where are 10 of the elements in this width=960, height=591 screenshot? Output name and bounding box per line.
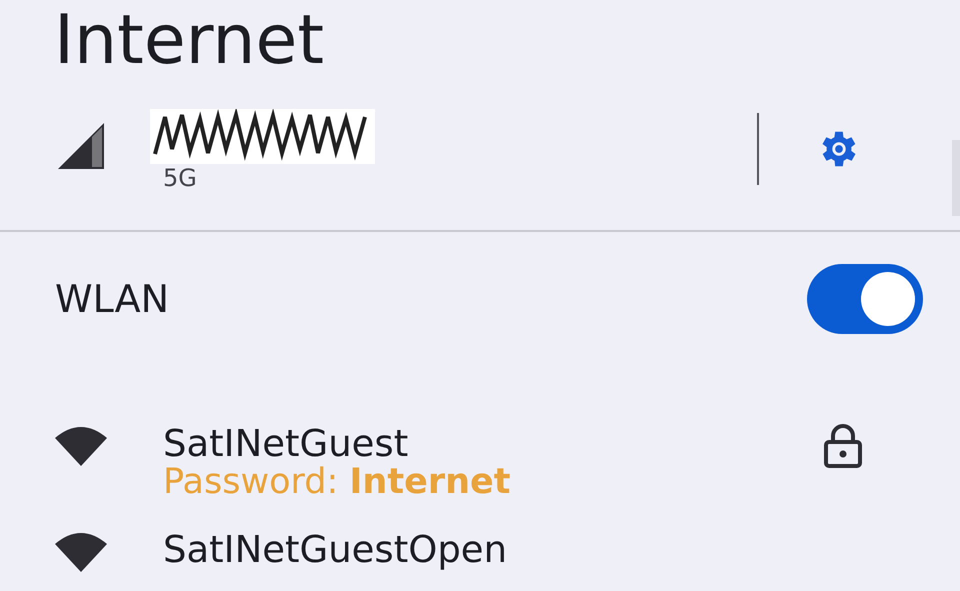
wlan-label: WLAN — [55, 277, 170, 321]
page-title: Internet — [53, 0, 326, 82]
network-type-label: 5G — [163, 164, 198, 192]
wifi-icon — [55, 532, 107, 572]
network-detail: Password: Internet — [163, 464, 510, 500]
signal-icon — [58, 123, 104, 169]
lock-icon — [824, 424, 862, 468]
network-name[interactable]: SatINetGuestOpen — [163, 530, 508, 570]
network-name[interactable]: SatINetGuest — [163, 424, 510, 464]
wifi-icon — [55, 426, 107, 466]
